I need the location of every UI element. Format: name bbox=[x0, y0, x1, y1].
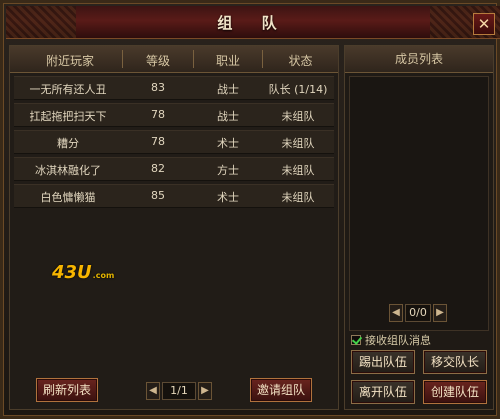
leave-team-button[interactable]: 离开队伍 bbox=[351, 380, 415, 404]
prev-page-button[interactable]: ◀ bbox=[146, 382, 160, 400]
logo-main-text: 43U bbox=[52, 262, 92, 283]
member-pager: ◀ 0/0 ▶ bbox=[389, 304, 447, 322]
player-status: 未组队 bbox=[281, 110, 315, 123]
players-table-header: 附近玩家 等级 职业 状态 bbox=[10, 46, 338, 73]
player-class: 术士 bbox=[217, 137, 239, 150]
nearby-players-panel: 附近玩家 等级 职业 状态 一无所有还人丑 83 战士 队长 (1/14) 扛起… bbox=[9, 45, 339, 410]
player-class: 战士 bbox=[217, 83, 239, 96]
player-class: 方士 bbox=[217, 164, 239, 177]
left-bottom-bar: 刷新列表 ◀ 1/1 ▶ 邀请组队 bbox=[10, 376, 338, 410]
player-status: 未组队 bbox=[281, 191, 315, 204]
player-row[interactable]: 糟分 78 术士 未组队 bbox=[14, 130, 334, 154]
player-name: 扛起拖把扫天下 bbox=[29, 110, 107, 123]
team-window: 组 队 ✕ 附近玩家 等级 职业 状态 一无所有还人丑 83 战士 队长 (1/… bbox=[0, 0, 500, 419]
receive-messages-checkbox[interactable] bbox=[351, 335, 361, 345]
player-row[interactable]: 白色慵懒猫 85 术士 未组队 bbox=[14, 184, 334, 208]
invite-team-button[interactable]: 邀请组队 bbox=[250, 378, 312, 402]
player-status: 未组队 bbox=[281, 164, 315, 177]
column-header-class: 职业 bbox=[215, 54, 240, 68]
chevron-left-icon: ◀ bbox=[149, 385, 157, 396]
player-class: 战士 bbox=[217, 110, 239, 123]
player-pager: ◀ 1/1 ▶ bbox=[146, 382, 212, 400]
player-name: 冰淇林融化了 bbox=[35, 164, 101, 177]
close-button[interactable]: ✕ bbox=[473, 13, 495, 35]
kick-member-button[interactable]: 踢出队伍 bbox=[351, 350, 415, 374]
transfer-leader-button[interactable]: 移交队长 bbox=[423, 350, 487, 374]
chevron-right-icon: ▶ bbox=[201, 385, 209, 396]
player-status: 未组队 bbox=[281, 137, 315, 150]
player-level: 78 bbox=[151, 108, 165, 121]
member-page-indicator: 0/0 bbox=[405, 304, 431, 322]
player-level: 78 bbox=[151, 135, 165, 148]
player-class: 术士 bbox=[217, 191, 239, 204]
player-row[interactable]: 冰淇林融化了 82 方士 未组队 bbox=[14, 157, 334, 181]
create-team-button[interactable]: 创建队伍 bbox=[423, 380, 487, 404]
close-icon: ✕ bbox=[477, 15, 491, 33]
prev-member-page-button[interactable]: ◀ bbox=[389, 304, 403, 322]
column-header-status: 状态 bbox=[288, 54, 313, 68]
title-bar: 组 队 bbox=[6, 6, 500, 39]
player-status: 队长 (1/14) bbox=[268, 83, 328, 96]
receive-messages-label: 接收组队消息 bbox=[365, 334, 431, 347]
column-header-player: 附近玩家 bbox=[45, 54, 94, 68]
player-row[interactable]: 扛起拖把扫天下 78 战士 未组队 bbox=[14, 103, 334, 127]
player-level: 83 bbox=[151, 81, 165, 94]
next-member-page-button[interactable]: ▶ bbox=[433, 304, 447, 322]
chevron-right-icon: ▶ bbox=[436, 307, 444, 318]
member-list-title: 成员列表 bbox=[345, 46, 493, 73]
player-level: 82 bbox=[151, 162, 165, 175]
player-row[interactable]: 一无所有还人丑 83 战士 队长 (1/14) bbox=[14, 76, 334, 100]
site-watermark-logo: 43U.com bbox=[52, 262, 114, 283]
next-page-button[interactable]: ▶ bbox=[198, 382, 212, 400]
player-name: 白色慵懒猫 bbox=[40, 191, 96, 204]
column-header-level: 等级 bbox=[145, 54, 170, 68]
refresh-list-button[interactable]: 刷新列表 bbox=[36, 378, 98, 402]
member-list-panel: 成员列表 ◀ 0/0 ▶ 接收组队消息 踢出队伍 移交队长 离开队伍 创建队伍 bbox=[344, 45, 494, 410]
player-level: 85 bbox=[151, 189, 165, 202]
player-name: 糟分 bbox=[57, 137, 79, 150]
page-indicator: 1/1 bbox=[162, 382, 196, 400]
member-list[interactable] bbox=[349, 76, 489, 331]
window-title: 组 队 bbox=[217, 14, 289, 32]
chevron-left-icon: ◀ bbox=[392, 307, 400, 318]
logo-small-text: .com bbox=[92, 271, 115, 280]
receive-team-messages[interactable]: 接收组队消息 bbox=[351, 332, 431, 348]
player-name: 一无所有还人丑 bbox=[29, 83, 107, 96]
